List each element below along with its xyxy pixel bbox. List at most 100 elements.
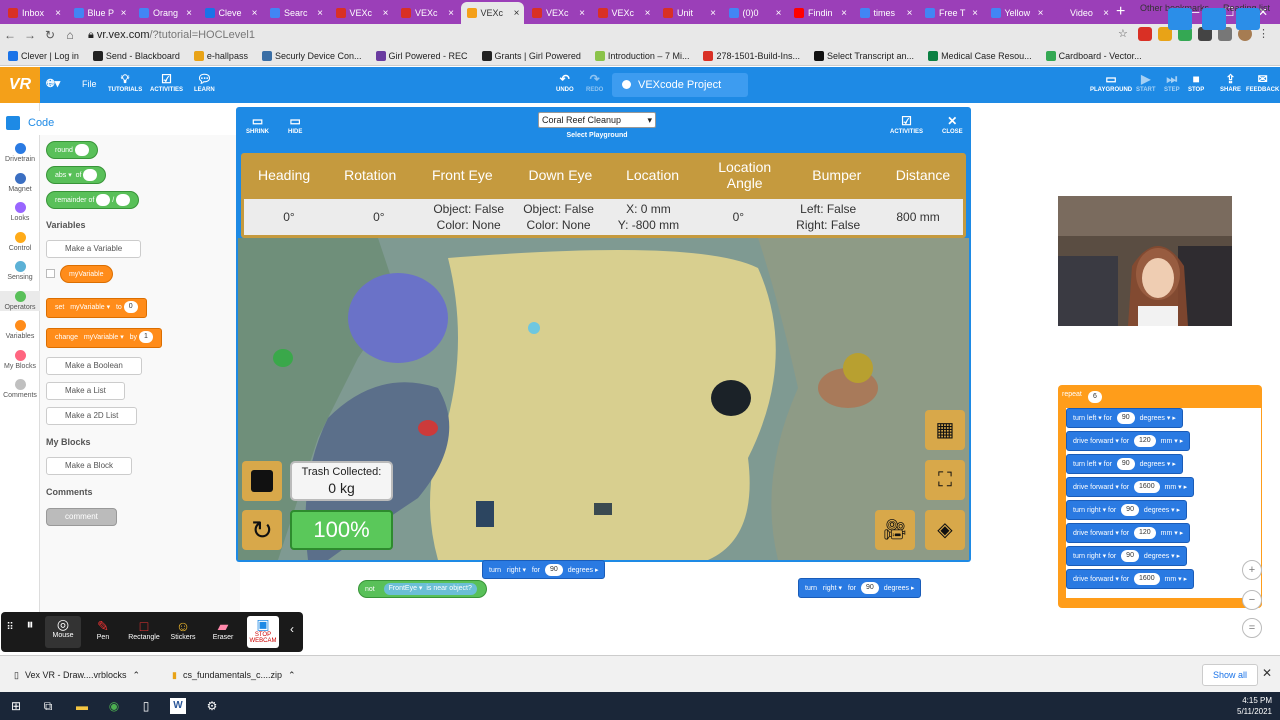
repeat-count-input[interactable]: 6 — [1088, 391, 1102, 403]
value-input[interactable]: 90 — [1121, 550, 1139, 563]
turn-dir-dropdown[interactable]: right — [507, 567, 521, 574]
home-icon[interactable]: ⌂ — [60, 28, 80, 42]
code-tab[interactable]: Code — [0, 111, 62, 135]
drive-block[interactable]: drive forward ▾ for 1600 mm ▾ ▸ — [1066, 569, 1195, 589]
feedback-button[interactable]: ✉︎ FEEDBACK — [1246, 71, 1279, 93]
tab-close-icon[interactable]: × — [575, 8, 585, 19]
turn-block[interactable]: turn right ▾ for 90 degrees ▾ ▸ — [1066, 546, 1188, 566]
undo-button[interactable]: ↶ UNDO — [556, 71, 574, 93]
file-explorer-icon[interactable]: ▬ — [72, 696, 92, 716]
change-var-dropdown[interactable]: myVariable — [84, 334, 119, 341]
pen-tool[interactable]: ✎ Pen — [85, 618, 121, 641]
dir-dropdown[interactable]: forward — [1090, 576, 1113, 583]
abs-input[interactable] — [83, 169, 98, 182]
set-variable-block[interactable]: set myVariable ▾ to 0 — [46, 298, 147, 318]
tab-close-icon[interactable]: × — [117, 8, 127, 19]
mouse-tool[interactable]: ◎ Mouse — [45, 616, 81, 648]
unit-dropdown[interactable]: degrees — [1144, 507, 1169, 514]
share-button[interactable]: ⇪ SHARE — [1220, 71, 1241, 93]
fronteye-reporter[interactable]: FrontEye ▾ is near object? — [383, 583, 477, 596]
file-menu[interactable]: File — [82, 79, 97, 89]
bookmark-item[interactable]: e-hallpass — [193, 50, 248, 61]
new-tab-button[interactable]: + — [1116, 2, 1125, 22]
grid-map-icon[interactable]: ▦ — [925, 410, 965, 450]
dir-dropdown[interactable]: left — [1087, 415, 1096, 422]
tab-close-icon[interactable]: × — [182, 8, 192, 19]
drive-block[interactable]: drive forward ▾ for 1600 mm ▾ ▸ — [1066, 477, 1195, 497]
stop-webcam-button[interactable]: ▣ STOP WEBCAM — [247, 616, 279, 648]
set-value-input[interactable]: 0 — [123, 301, 138, 314]
turn-block[interactable]: turn right ▾ for 90 degrees ▾ ▸ — [1066, 500, 1188, 520]
category-variables[interactable]: Variables — [0, 320, 40, 340]
category-sensing[interactable]: Sensing — [0, 261, 40, 281]
bookmark-item[interactable]: 278-1501-Build-Ins... — [703, 50, 800, 61]
bookmark-item[interactable]: Securly Device Con... — [261, 50, 362, 61]
drive-block[interactable]: drive forward ▾ for 120 mm ▾ ▸ — [1066, 431, 1191, 451]
project-name[interactable]: VEXcode Project — [612, 73, 748, 97]
browser-tab[interactable]: VEXc × — [592, 2, 655, 24]
value-input[interactable]: 90 — [1116, 458, 1135, 471]
stickers-tool[interactable]: ☺ Stickers — [165, 618, 201, 641]
tab-close-icon[interactable]: × — [248, 8, 258, 19]
remainder-block[interactable]: remainder of / — [46, 191, 140, 209]
zoom-in-button[interactable]: + — [1242, 560, 1262, 580]
category-drivetrain[interactable]: Drivetrain — [0, 143, 40, 163]
variable-checkbox[interactable] — [46, 269, 55, 278]
code-viewer-icon[interactable] — [1168, 8, 1192, 30]
globe-icon[interactable]: 🌐︎▾ — [46, 77, 60, 91]
browser-tab[interactable]: Orang × — [133, 2, 196, 24]
rectangle-tool[interactable]: □ Rectangle — [125, 618, 163, 641]
turn-value-input[interactable]: 90 — [544, 564, 563, 577]
dir-dropdown[interactable]: forward — [1090, 438, 1113, 445]
not-block[interactable]: not FrontEye ▾ is near object? — [358, 580, 487, 598]
turn-dir-dropdown[interactable]: right — [823, 585, 837, 592]
make-2d-list-button[interactable]: Make a 2D List — [46, 407, 138, 425]
download-item[interactable]: ▯ Vex VR - Draw....vrblocks ⌃ — [14, 664, 140, 686]
coral-reef-scene[interactable]: Trash Collected: 0 kg ↻ 100% ▦ ⛶ 🎥︎ ◈ — [238, 238, 969, 560]
browser-tab[interactable]: VEXc × — [330, 2, 393, 24]
abs-block[interactable]: abs ▾ of — [46, 166, 107, 184]
bookmark-item[interactable]: Introduction – 7 Mi... — [594, 50, 689, 61]
dir-dropdown[interactable]: forward — [1090, 484, 1113, 491]
value-input[interactable]: 1600 — [1134, 573, 1160, 586]
turn-block[interactable]: turn right ▾ for 90 degrees ▸ — [798, 578, 922, 598]
unit-dropdown[interactable]: mm — [1165, 484, 1177, 491]
tab-close-icon[interactable]: × — [379, 8, 389, 19]
fronteye-dropdown[interactable]: FrontEye — [389, 585, 417, 592]
dir-dropdown[interactable]: forward — [1090, 530, 1113, 537]
forward-icon[interactable]: → — [20, 28, 40, 42]
tab-close-icon[interactable]: × — [1099, 8, 1109, 19]
step-button[interactable]: ⏭︎ STEP — [1164, 71, 1180, 93]
comment-block[interactable]: comment — [46, 508, 117, 526]
browser-tab[interactable]: Video × — [1050, 2, 1113, 24]
menu-icon[interactable]: ⋮ — [1258, 27, 1272, 41]
zoom-out-button[interactable]: − — [1242, 590, 1262, 610]
value-input[interactable]: 120 — [1134, 527, 1156, 540]
tab-close-icon[interactable]: × — [837, 8, 847, 19]
settings-gear-icon[interactable]: ⚙︎ — [202, 696, 222, 716]
tab-close-icon[interactable]: × — [968, 8, 978, 19]
angle-camera-icon[interactable]: ◈ — [925, 510, 965, 550]
value-input[interactable]: 1600 — [1134, 481, 1160, 494]
chase-camera-icon[interactable]: 🎥︎ — [875, 510, 915, 550]
category-my-blocks[interactable]: My Blocks — [0, 349, 40, 370]
activities-button[interactable]: ☑ ACTIVITIES — [150, 71, 183, 93]
unit-dropdown[interactable]: mm — [1161, 438, 1173, 445]
playground-button[interactable]: ▭ PLAYGROUND — [1090, 71, 1132, 93]
category-control[interactable]: Control — [0, 231, 40, 252]
browser-tab[interactable]: Inbox × — [2, 2, 65, 24]
show-all-button[interactable]: Show all — [1202, 664, 1259, 686]
make-variable-button[interactable]: Make a Variable — [46, 240, 142, 258]
learn-button[interactable]: 💬︎ LEARN — [194, 71, 215, 93]
bookmark-item[interactable]: Send - Blackboard — [92, 50, 180, 61]
start-button[interactable]: ▶ START — [1136, 71, 1156, 93]
tutorials-button[interactable]: 💡︎ TUTORIALS — [108, 71, 142, 93]
drive-block[interactable]: drive forward ▾ for 120 mm ▾ ▸ — [1066, 523, 1191, 543]
browser-tab[interactable]: VEXc × — [395, 2, 458, 24]
browser-tab[interactable]: Blue P × — [68, 2, 131, 24]
task-view-icon[interactable]: ⧉ — [38, 696, 58, 716]
round-block[interactable]: round — [46, 141, 98, 159]
tab-close-icon[interactable]: × — [706, 8, 716, 19]
word-icon[interactable]: W — [170, 698, 186, 714]
close-button[interactable]: ✕ CLOSE — [942, 113, 963, 135]
